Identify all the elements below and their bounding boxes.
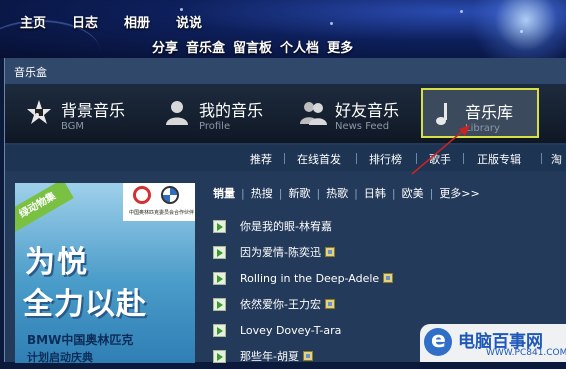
list-item: 依然爱你-王力宏 [213, 291, 563, 317]
tab-profile[interactable]: 我的音乐 Profile [157, 88, 287, 138]
olympic-logo-icon [133, 186, 151, 204]
module-title-bar: 音乐盒 [5, 58, 566, 85]
tab-label: 好友音乐 [335, 101, 400, 120]
site-watermark: 电脑百事网 WWW.PC841.COM [420, 324, 566, 362]
list-item: 你是我的眼-林宥嘉 [213, 213, 563, 239]
play-icon[interactable] [213, 245, 226, 259]
list-item: Rolling in the Deep-Adele [213, 265, 563, 291]
nav-share[interactable]: 分享 [152, 37, 178, 56]
star-music-icon [27, 100, 51, 124]
banner-headline-2: 全力以赴 [23, 287, 147, 322]
tab-label: 背景音乐 [61, 101, 126, 120]
site-logo-icon [424, 328, 452, 356]
divider: | [316, 186, 321, 200]
sparkle [460, 10, 463, 13]
play-icon[interactable] [213, 219, 226, 233]
divider [416, 153, 417, 164]
play-icon[interactable] [213, 297, 226, 311]
nav-more[interactable]: 更多 [327, 37, 353, 56]
module-title: 音乐盒 [14, 66, 47, 79]
nav-status[interactable]: 说说 [176, 12, 202, 31]
divider: | [391, 186, 396, 200]
banner-ribbon: 绿动物集 [15, 183, 74, 234]
play-icon[interactable] [213, 323, 226, 337]
primary-nav: 主页 日志 相册 说说 [20, 12, 202, 31]
filter-more[interactable]: 更多>> [439, 185, 479, 201]
divider: | [429, 186, 434, 200]
watermark-url: WWW.PC841.COM [486, 348, 566, 358]
filter-jpkr[interactable]: 日韩 [364, 185, 386, 201]
tab-sublabel: Profile [199, 121, 231, 132]
tab-sublabel: Library [465, 123, 500, 134]
nav-blog[interactable]: 日志 [72, 12, 98, 31]
sparkle [330, 22, 333, 25]
hq-badge-icon [302, 351, 313, 361]
tab-library[interactable]: 音乐库 Library [421, 88, 539, 138]
banner-subline-1: BMW中国奥林匹克 [27, 333, 134, 347]
tab-friends[interactable]: 好友音乐 News Feed [293, 88, 419, 138]
library-subnav: 推荐 在线首发 排行榜 歌手 正版专辑 淘 [5, 145, 566, 171]
subnav-albums[interactable]: 正版专辑 [477, 151, 521, 167]
list-item: 因为爱情-陈奕迅 [213, 239, 563, 265]
nav-album[interactable]: 相册 [124, 12, 150, 31]
music-note-icon [436, 103, 447, 125]
tab-bgm[interactable]: 背景音乐 BGM [19, 88, 149, 138]
nav-music-box[interactable]: 音乐盒 [186, 37, 225, 56]
filter-western[interactable]: 欧美 [402, 185, 424, 201]
divider [541, 153, 542, 164]
nav-home[interactable]: 主页 [20, 12, 46, 31]
play-icon[interactable] [213, 349, 226, 363]
song-title[interactable]: Rolling in the Deep-Adele [240, 272, 379, 285]
subnav-charts[interactable]: 排行榜 [369, 151, 402, 167]
filter-hot-search[interactable]: 热搜 [251, 185, 273, 201]
banner-headline-1: 为悦 [25, 245, 89, 280]
hq-badge-icon [383, 273, 394, 283]
song-title[interactable]: Lovey Dovey-T-ara [240, 324, 341, 337]
hq-badge-icon [324, 247, 335, 257]
top-banner: 主页 日志 相册 说说 分享 音乐盒 留言板 个人档 更多 [0, 0, 566, 58]
divider: | [354, 186, 358, 200]
song-title[interactable]: 你是我的眼-林宥嘉 [240, 218, 332, 234]
nav-profile[interactable]: 个人档 [280, 37, 319, 56]
banner-subline-2: 计划启动庆典 [27, 351, 93, 363]
divider: | [278, 186, 283, 200]
secondary-nav: 分享 音乐盒 留言板 个人档 更多 [152, 37, 353, 56]
people-icon [300, 102, 327, 125]
music-box-module: 音乐盒 背景音乐 BGM 我的音乐 Profile 好友音乐 News Feed… [4, 58, 566, 363]
hq-badge-icon [324, 299, 335, 309]
divider: | [241, 186, 245, 200]
sparkle [520, 30, 523, 33]
divider [284, 153, 285, 164]
subnav-recommend[interactable]: 推荐 [250, 151, 272, 167]
play-icon[interactable] [213, 271, 226, 285]
tab-label: 我的音乐 [199, 101, 264, 120]
ad-banner[interactable]: 中国奥林匹克委员会合作伙伴 绿动物集 为悦 全力以赴 BMW中国奥林匹克 计划启… [15, 183, 195, 363]
person-icon [166, 101, 188, 125]
divider [356, 153, 357, 164]
tab-sublabel: BGM [61, 121, 85, 132]
banner-caption: 中国奥林匹克委员会合作伙伴 [129, 210, 195, 216]
decorative-glow [466, 0, 566, 58]
tab-sublabel: News Feed [335, 121, 390, 132]
divider [463, 153, 464, 164]
tab-label: 音乐库 [465, 103, 514, 122]
filter-sales[interactable]: 销量 [213, 185, 235, 201]
filter-new[interactable]: 新歌 [288, 185, 310, 201]
subnav-new-release[interactable]: 在线首发 [297, 151, 341, 167]
bmw-logo-icon [161, 186, 179, 204]
filter-hot[interactable]: 热歌 [326, 185, 348, 201]
subnav-taobao[interactable]: 淘 [551, 151, 562, 167]
nav-guestbook[interactable]: 留言板 [233, 37, 272, 56]
sparkle [180, 8, 183, 11]
tab-strip: 背景音乐 BGM 我的音乐 Profile 好友音乐 News Feed 音乐库… [5, 85, 566, 143]
song-title[interactable]: 因为爱情-陈奕迅 [240, 244, 321, 260]
song-title[interactable]: 依然爱你-王力宏 [240, 296, 321, 312]
subnav-singers[interactable]: 歌手 [429, 151, 451, 167]
song-filters: 销量 | 热搜 | 新歌 | 热歌 | 日韩 | 欧美 | 更多>> [213, 185, 480, 201]
